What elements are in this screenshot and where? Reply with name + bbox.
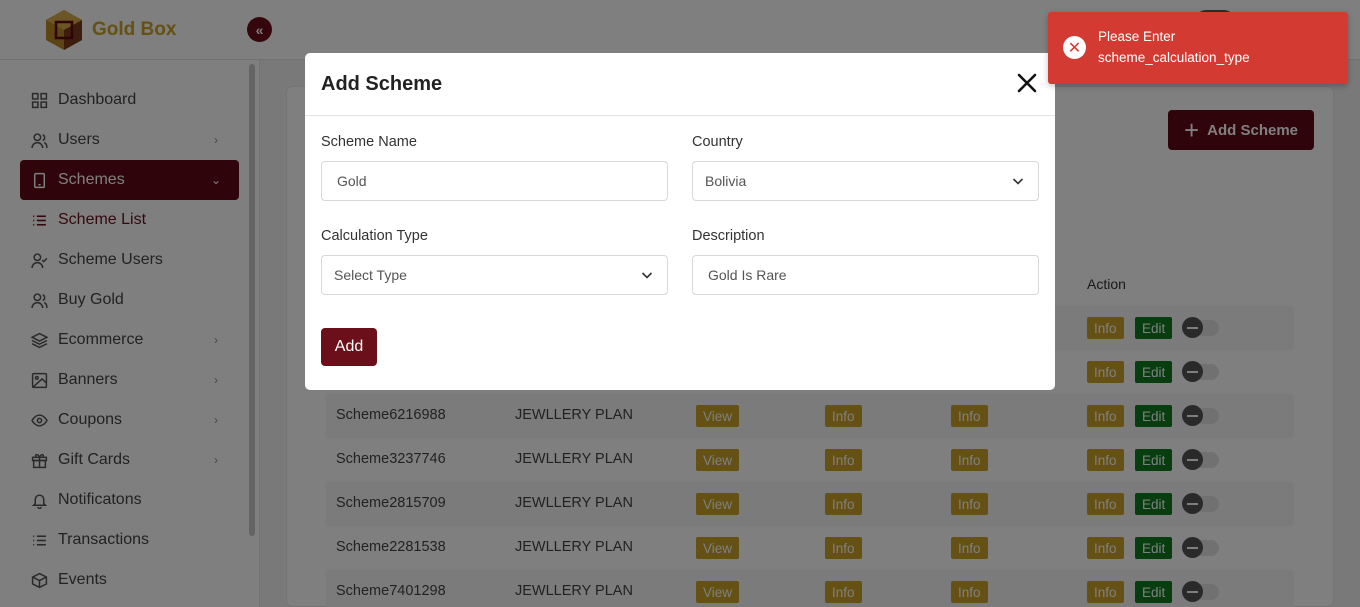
calculation-type-label: Calculation Type [321, 228, 428, 244]
description-label: Description [692, 228, 765, 244]
close-icon[interactable] [1015, 71, 1039, 95]
calculation-type-select[interactable]: Select Type [321, 255, 668, 295]
scheme-name-input[interactable]: Gold [321, 161, 668, 201]
country-select[interactable]: Bolivia [692, 161, 1039, 201]
scheme-name-label: Scheme Name [321, 134, 417, 150]
modal-title: Add Scheme [321, 73, 443, 95]
toast-message-line2: scheme_calculation_type [1098, 50, 1250, 65]
error-x-icon: ✕ [1063, 36, 1086, 59]
error-toast[interactable]: ✕ Please Enter scheme_calculation_type [1048, 12, 1348, 84]
toast-message-line1: Please Enter [1098, 29, 1176, 44]
modal-header: Add Scheme [305, 53, 1055, 116]
country-label: Country [692, 134, 743, 150]
description-input[interactable]: Gold Is Rare [692, 255, 1039, 295]
chevron-down-icon [1012, 178, 1024, 185]
add-button[interactable]: Add [321, 328, 377, 366]
chevron-down-icon [641, 272, 653, 279]
add-scheme-modal: Add Scheme Scheme Name Gold Country Boli… [305, 53, 1055, 390]
